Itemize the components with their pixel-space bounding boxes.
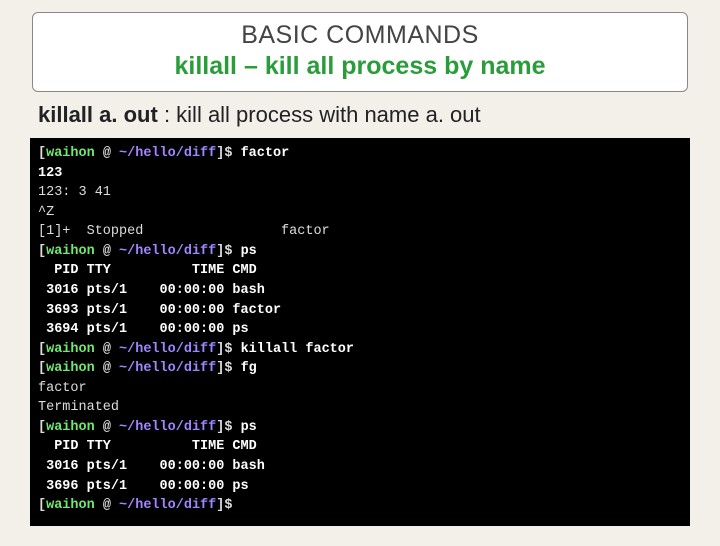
prompt-user: waihon: [46, 498, 95, 513]
prompt-dollar: $: [224, 342, 240, 357]
term-cmd: factor: [241, 146, 290, 161]
term-cmd: ps: [241, 420, 257, 435]
bracket: [: [38, 498, 46, 513]
bracket: [: [38, 244, 46, 259]
bracket: [: [38, 361, 46, 376]
prompt-path: ~/hello/diff: [119, 342, 216, 357]
example-line: killall a. out : kill all process with n…: [38, 102, 692, 128]
prompt-at: @: [95, 361, 119, 376]
term-cmd: ps: [241, 244, 257, 259]
term-line: 123: [38, 166, 62, 181]
prompt-dollar: $: [224, 146, 240, 161]
term-line: factor: [38, 381, 87, 396]
prompt-path: ~/hello/diff: [119, 420, 216, 435]
prompt-dollar: $: [224, 361, 240, 376]
bracket: [: [38, 146, 46, 161]
prompt-path: ~/hello/diff: [119, 361, 216, 376]
prompt-dollar: $: [224, 244, 240, 259]
slide-subheading: killall – kill all process by name: [45, 52, 675, 81]
prompt-user: waihon: [46, 244, 95, 259]
example-description: : kill all process with name a. out: [164, 102, 481, 127]
prompt-at: @: [95, 244, 119, 259]
bracket: [: [38, 342, 46, 357]
prompt-user: waihon: [46, 420, 95, 435]
command-description: kill all process by name: [265, 52, 546, 80]
prompt-at: @: [95, 146, 119, 161]
term-line: 3693 pts/1 00:00:00 factor: [38, 303, 281, 318]
prompt-dollar: $: [224, 498, 240, 513]
prompt-at: @: [95, 498, 119, 513]
term-line: 3016 pts/1 00:00:00 bash: [38, 459, 265, 474]
terminal-output: [waihon @ ~/hello/diff]$ factor 123 123:…: [30, 138, 690, 526]
prompt-user: waihon: [46, 342, 95, 357]
prompt-user: waihon: [46, 146, 95, 161]
example-command: killall a. out: [38, 102, 158, 127]
separator: –: [237, 52, 265, 80]
term-line: 3016 pts/1 00:00:00 bash: [38, 283, 265, 298]
term-line: 123: 3 41: [38, 185, 111, 200]
command-name: killall: [174, 52, 237, 80]
term-header: PID TTY TIME CMD: [38, 439, 257, 454]
term-header: PID TTY TIME CMD: [38, 263, 257, 278]
term-cmd: killall factor: [241, 342, 354, 357]
term-line: Terminated: [38, 400, 119, 415]
term-line: 3694 pts/1 00:00:00 ps: [38, 322, 249, 337]
prompt-path: ~/hello/diff: [119, 146, 216, 161]
prompt-at: @: [95, 342, 119, 357]
bracket: [: [38, 420, 46, 435]
prompt-user: waihon: [46, 361, 95, 376]
term-line: [1]+ Stopped factor: [38, 224, 330, 239]
title-box: BASIC COMMANDS killall – kill all proces…: [32, 12, 688, 92]
slide-heading: BASIC COMMANDS: [45, 21, 675, 50]
prompt-dollar: $: [224, 420, 240, 435]
prompt-path: ~/hello/diff: [119, 498, 216, 513]
prompt-path: ~/hello/diff: [119, 244, 216, 259]
term-line: 3696 pts/1 00:00:00 ps: [38, 479, 249, 494]
term-cmd: fg: [241, 361, 257, 376]
prompt-at: @: [95, 420, 119, 435]
slide: BASIC COMMANDS killall – kill all proces…: [0, 0, 720, 546]
term-line: ^Z: [38, 205, 54, 220]
